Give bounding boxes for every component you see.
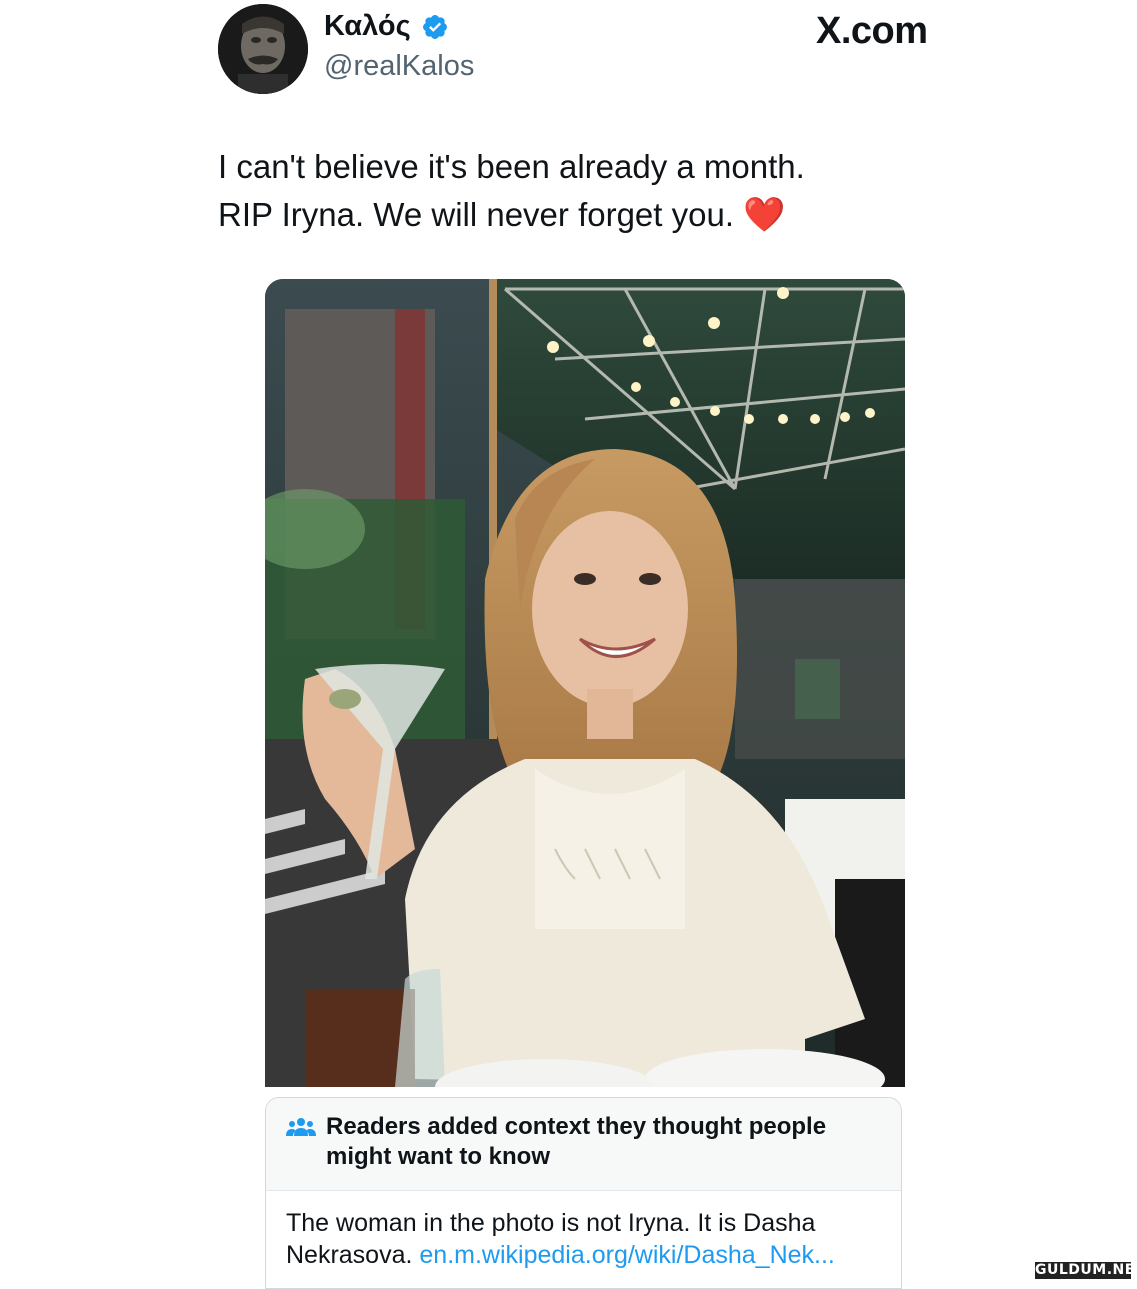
portrait-image — [218, 4, 308, 94]
community-note-title: Readers added context they thought peopl… — [326, 1113, 827, 1170]
heart-emoji-icon: ❤️ — [743, 196, 786, 234]
community-note-body: The woman in the photo is not Iryna. It … — [266, 1191, 901, 1271]
people-icon — [286, 1118, 316, 1136]
site-label: X.com — [816, 10, 928, 52]
tweet-text: I can't believe it's been already a mont… — [218, 143, 918, 239]
community-note[interactable]: Readers added context they thought peopl… — [265, 1097, 902, 1289]
author-handle[interactable]: @realKalos — [324, 50, 474, 83]
tweet-line-2-text: RIP Iryna. We will never forget you. — [218, 196, 734, 233]
community-note-link[interactable]: en.m.wikipedia.org/wiki/Dasha_Nek... — [419, 1241, 834, 1269]
tweet-photo[interactable] — [265, 279, 905, 1087]
verified-badge-icon — [422, 14, 447, 39]
watermark: GULDUM.NET — [1035, 1262, 1137, 1279]
author-name[interactable]: Καλός — [324, 10, 449, 43]
author-name-text[interactable]: Καλός — [324, 10, 411, 43]
photo-image — [265, 279, 905, 1087]
tweet-line-2: RIP Iryna. We will never forget you. ❤️ — [218, 191, 918, 239]
profile-avatar[interactable] — [218, 4, 308, 94]
tweet-line-1: I can't believe it's been already a mont… — [218, 148, 805, 185]
community-note-header: Readers added context they thought peopl… — [266, 1098, 901, 1191]
